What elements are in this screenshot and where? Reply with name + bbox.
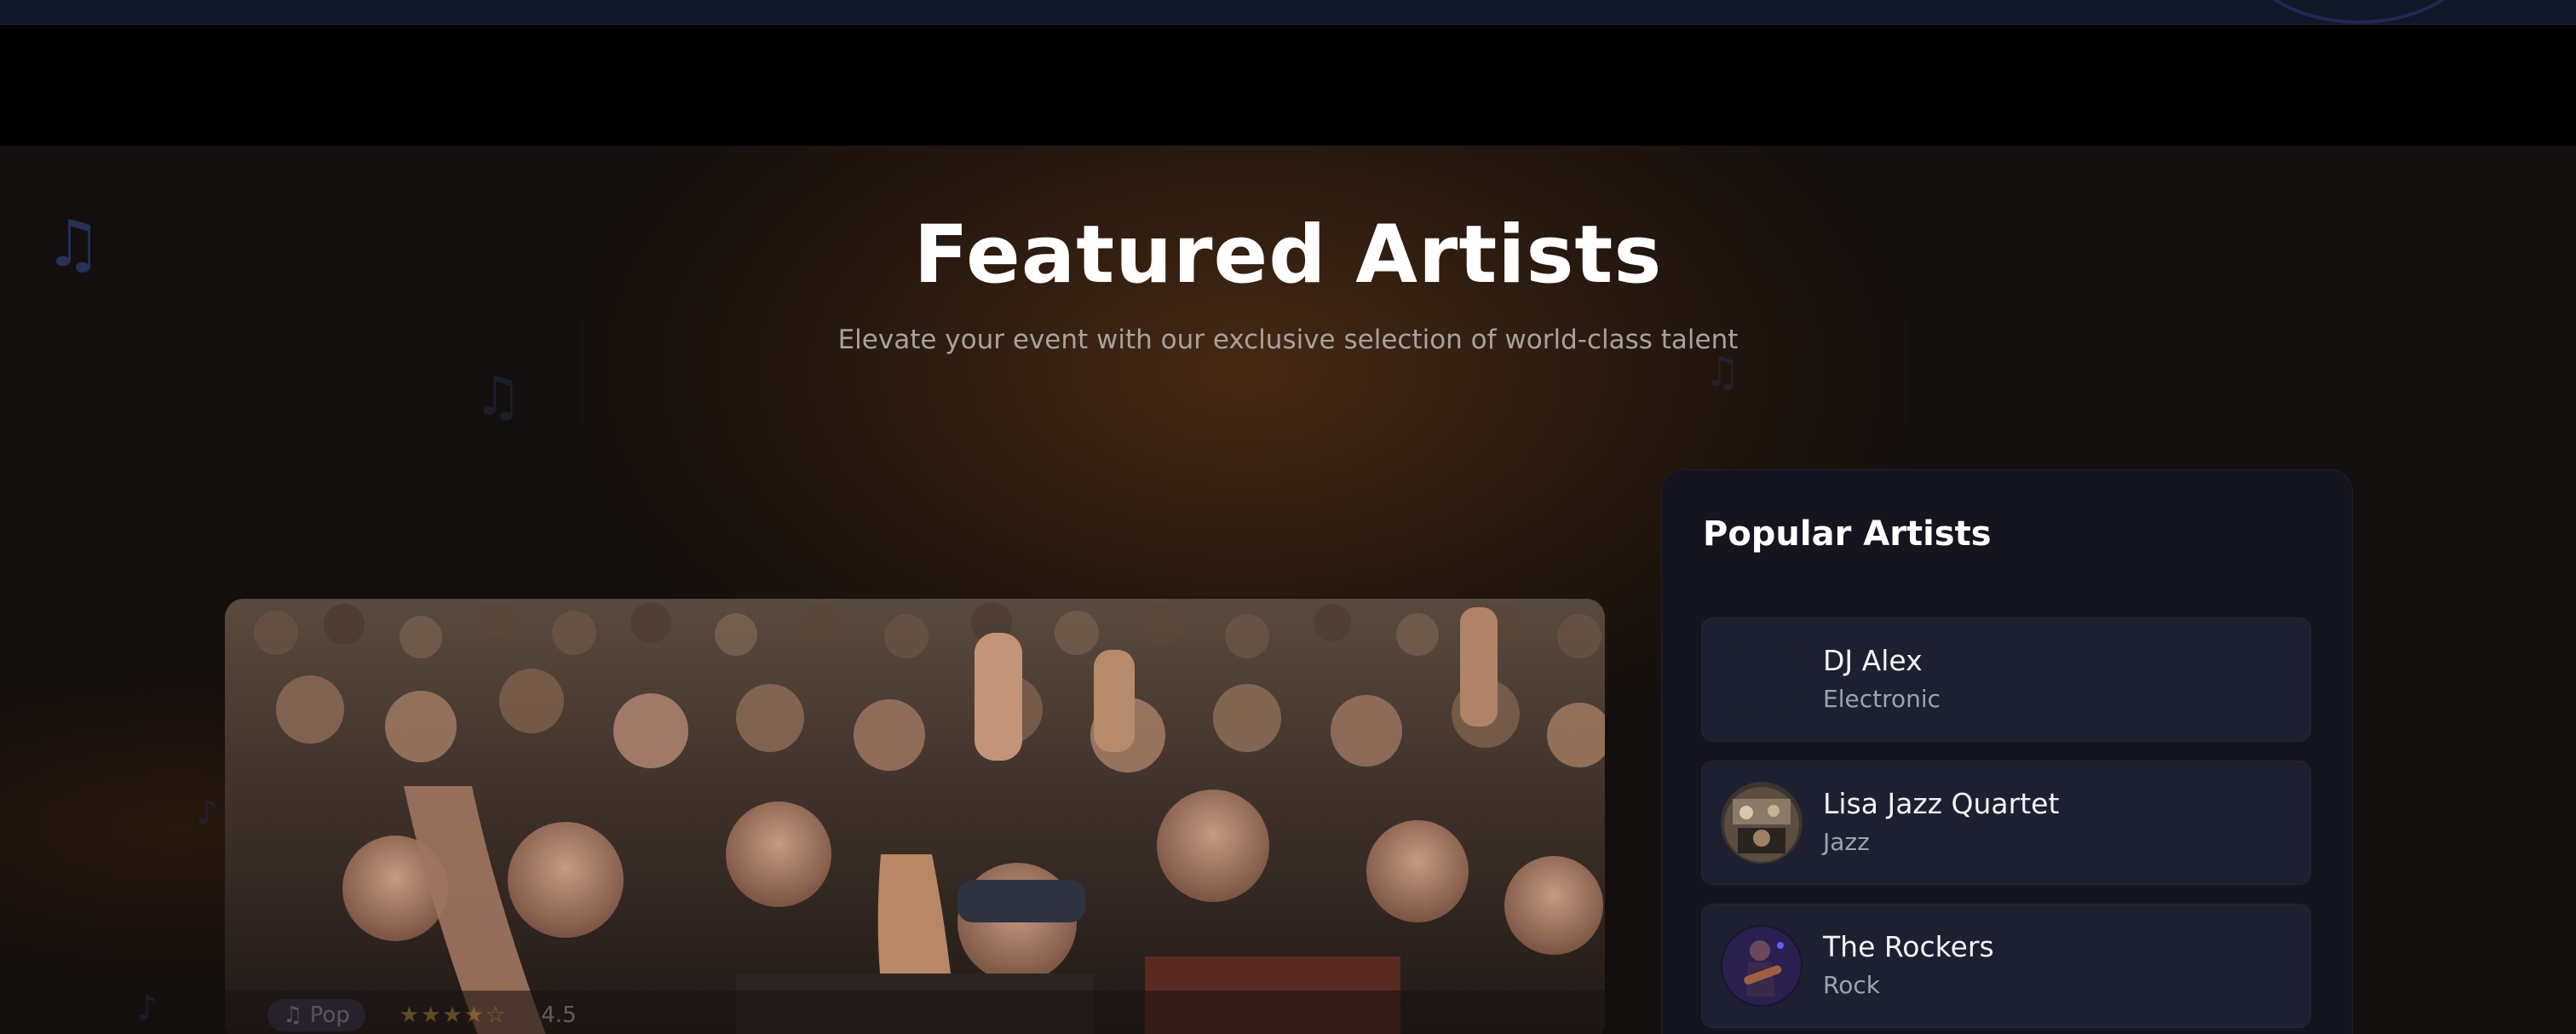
panel-title: Popular Artists — [1703, 514, 1992, 554]
artist-item-dj-alex[interactable]: DJ Alex Electronic — [1701, 618, 2311, 742]
rating-stars: ★★★★☆ — [399, 1002, 508, 1028]
artist-name: Lisa Jazz Quartet — [1823, 787, 2060, 820]
avatar — [1721, 639, 1803, 721]
popular-artists-panel: Popular Artists DJ Alex Electronic Lisa … — [1661, 469, 2353, 1034]
rating-value: 4.5 — [541, 1002, 577, 1028]
music-note-icon: ♫ — [1704, 348, 1741, 396]
section-subtitle: Elevate your event with our exclusive se… — [837, 325, 1739, 355]
music-note-icon: ♪ — [136, 989, 158, 1028]
artist-name: The Rockers — [1823, 930, 1994, 963]
top-nav-bar — [0, 0, 2576, 25]
artist-item-lisa-jazz-quartet[interactable]: Lisa Jazz Quartet Jazz — [1701, 761, 2311, 885]
genre-chip: ♫ Pop — [267, 999, 365, 1031]
featured-meta: ♫ Pop ★★★★☆ 4.5 — [267, 999, 577, 1031]
concert-crowd-photo — [225, 599, 1605, 1034]
music-note-icon: ♫ — [474, 365, 523, 428]
avatar — [1721, 782, 1803, 864]
spacer-band — [0, 25, 2576, 146]
artist-name: DJ Alex — [1823, 644, 1923, 677]
section-title: Featured Artists — [913, 209, 1663, 302]
featured-artist-card[interactable]: ♫ Pop ★★★★☆ 4.5 — [225, 599, 1605, 1034]
decorative-ring — [2240, 0, 2477, 24]
artist-genre: Jazz — [1823, 828, 1870, 856]
avatar — [1721, 925, 1803, 1007]
artist-genre: Electronic — [1823, 685, 1941, 713]
artist-item-the-rockers[interactable]: The Rockers Rock — [1701, 904, 2311, 1028]
artist-genre: Rock — [1823, 971, 1880, 999]
music-note-icon: ♪ — [196, 793, 218, 832]
featured-artists-section: ♫ ♫ ♫ ♪ ♪ Featured Artists Elevate your … — [0, 146, 2576, 1034]
